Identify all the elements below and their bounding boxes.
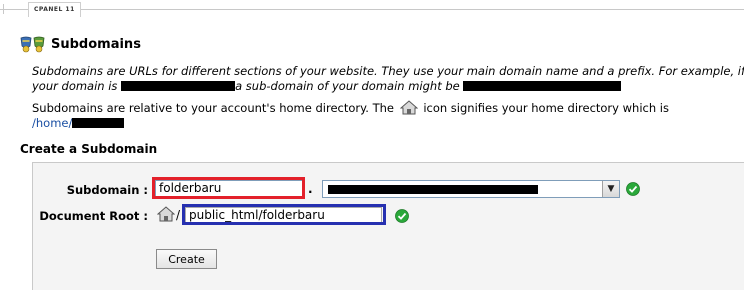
home-icon xyxy=(399,100,418,115)
redacted-domain xyxy=(121,80,236,91)
redacted-example-subdomain xyxy=(463,80,622,91)
red-highlight-box xyxy=(152,177,305,199)
subdomain-label: Subdomain : xyxy=(66,183,148,197)
blue-highlight-box xyxy=(182,204,386,225)
path-separator: / xyxy=(176,208,181,222)
subdomains-icon xyxy=(20,36,45,53)
home-icon xyxy=(157,206,175,222)
page-header: Subdomains xyxy=(20,34,141,54)
green-check-icon xyxy=(395,209,409,223)
domain-select[interactable]: ▼ xyxy=(322,180,620,198)
page-title: Subdomains xyxy=(51,36,141,52)
redacted-domain-option xyxy=(328,185,538,194)
dot-separator: . xyxy=(308,182,313,196)
home-directory-note: Subdomains are relative to your account'… xyxy=(32,100,669,130)
green-check-icon xyxy=(626,182,640,196)
redacted-username xyxy=(72,117,125,128)
description-paragraph: Subdomains are URLs for different sectio… xyxy=(32,64,744,93)
section-title: Create a Subdomain xyxy=(20,142,158,156)
create-button[interactable]: Create xyxy=(156,249,217,269)
chevron-down-icon[interactable]: ▼ xyxy=(602,181,619,197)
top-bar: CPANEL 11 xyxy=(0,0,744,20)
document-root-label: Document Root : xyxy=(39,209,148,223)
home-path-link[interactable]: /home/ xyxy=(32,116,72,130)
cpanel-tab[interactable]: CPANEL 11 xyxy=(28,2,81,17)
